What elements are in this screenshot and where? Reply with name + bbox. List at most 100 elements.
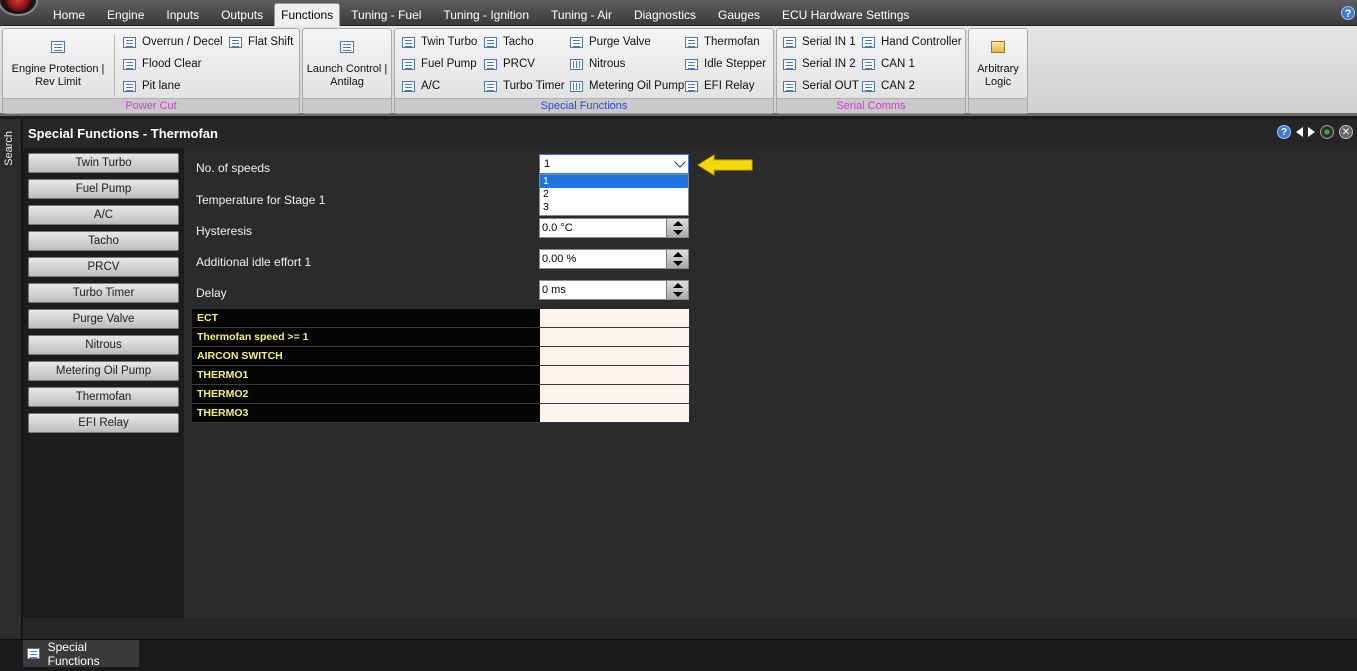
search-panel-toggle[interactable]: Search bbox=[0, 119, 22, 639]
side-button-turbo-timer[interactable]: Turbo Timer bbox=[28, 283, 179, 303]
side-button-purge-valve[interactable]: Purge Valve bbox=[28, 309, 179, 329]
idle-effort-label: Additional idle effort 1 bbox=[196, 255, 312, 269]
ribbon-serial-in-2[interactable]: Serial IN 2 bbox=[783, 55, 856, 73]
serial-in-1-label: Serial IN 1 bbox=[802, 36, 856, 48]
forward-arrow-icon[interactable] bbox=[1308, 127, 1315, 137]
row-value-cell[interactable] bbox=[540, 404, 689, 422]
ribbon-turbo-timer[interactable]: Turbo Timer bbox=[484, 77, 565, 95]
tab-outputs[interactable]: Outputs bbox=[210, 3, 274, 26]
speeds-dropdown: 1 2 3 bbox=[539, 174, 689, 216]
tab-ecu-hardware-settings[interactable]: ECU Hardware Settings bbox=[771, 3, 920, 26]
flat-shift-label: Flat Shift bbox=[248, 36, 294, 48]
group-label-serial-comms: Serial Comms bbox=[777, 98, 965, 113]
side-button-tacho[interactable]: Tacho bbox=[28, 231, 179, 251]
spin-stepper[interactable] bbox=[666, 281, 688, 299]
ribbon-can-1[interactable]: CAN 1 bbox=[862, 55, 915, 73]
twin-turbo-label: Twin Turbo bbox=[421, 36, 478, 48]
menu-bar: Home Engine Inputs Outputs Functions Tun… bbox=[0, 0, 1357, 26]
side-button-ac[interactable]: A/C bbox=[28, 205, 179, 225]
group-power-cut: Engine Protection | Rev Limit Overrun / … bbox=[2, 28, 300, 114]
list-icon bbox=[123, 80, 136, 92]
close-icon[interactable]: ✕ bbox=[1339, 125, 1353, 139]
app-logo[interactable] bbox=[0, 0, 38, 16]
help-icon[interactable]: ? bbox=[1341, 6, 1355, 20]
tab-engine[interactable]: Engine bbox=[96, 3, 155, 26]
ribbon-purge-valve[interactable]: Purge Valve bbox=[570, 33, 651, 51]
fuel-pump-label: Fuel Pump bbox=[421, 58, 477, 70]
list-icon bbox=[123, 36, 136, 48]
help-icon[interactable]: ? bbox=[1277, 125, 1291, 139]
ribbon-tacho[interactable]: Tacho bbox=[484, 33, 534, 51]
ribbon-prcv[interactable]: PRCV bbox=[484, 55, 535, 73]
launch-control-button[interactable]: Launch Control | Antilag bbox=[305, 33, 389, 89]
bottom-bar: Special Functions bbox=[0, 640, 1357, 671]
side-button-thermofan[interactable]: Thermofan bbox=[28, 387, 179, 407]
dropdown-option[interactable]: 2 bbox=[540, 188, 688, 201]
hysteresis-value: 0.0 °C bbox=[542, 222, 573, 234]
back-arrow-icon[interactable] bbox=[1296, 127, 1303, 137]
bottom-tab-special-functions[interactable]: Special Functions bbox=[23, 640, 139, 668]
speeds-select[interactable]: 1 bbox=[539, 154, 689, 174]
chevron-down-icon bbox=[674, 156, 686, 168]
side-button-prcv[interactable]: PRCV bbox=[28, 257, 179, 277]
ribbon-ac[interactable]: A/C bbox=[402, 77, 440, 95]
logic-icon bbox=[991, 41, 1005, 53]
side-button-efi-relay[interactable]: EFI Relay bbox=[28, 413, 179, 433]
flood-clear-button[interactable]: Flood Clear bbox=[123, 55, 201, 73]
group-label-launch bbox=[303, 98, 391, 113]
pit-lane-label: Pit lane bbox=[142, 80, 181, 92]
delay-input[interactable]: 0 ms bbox=[539, 280, 689, 300]
ribbon-hand-controller[interactable]: Hand Controller bbox=[862, 33, 962, 51]
row-value-cell[interactable] bbox=[540, 309, 689, 327]
engine-protection-label: Engine Protection | Rev Limit bbox=[11, 63, 105, 88]
engine-protection-button[interactable]: Engine Protection | Rev Limit bbox=[5, 33, 111, 89]
idle-effort-input[interactable]: 0.00 % bbox=[539, 249, 689, 269]
ribbon-can-2[interactable]: CAN 2 bbox=[862, 77, 915, 95]
side-button-nitrous[interactable]: Nitrous bbox=[28, 335, 179, 355]
ribbon-idle-stepper[interactable]: Idle Stepper bbox=[685, 55, 766, 73]
side-button-twin-turbo[interactable]: Twin Turbo bbox=[28, 153, 179, 173]
side-button-metering-oil-pump[interactable]: Metering Oil Pump bbox=[28, 361, 179, 381]
pit-lane-button[interactable]: Pit lane bbox=[123, 77, 180, 95]
ribbon-fuel-pump[interactable]: Fuel Pump bbox=[402, 55, 477, 73]
ribbon-serial-out[interactable]: Serial OUT bbox=[783, 77, 859, 95]
overrun-decel-button[interactable]: Overrun / Decel bbox=[123, 33, 223, 51]
list-icon bbox=[685, 58, 698, 70]
row-value-cell[interactable] bbox=[540, 328, 689, 346]
hysteresis-input[interactable]: 0.0 °C bbox=[539, 218, 689, 238]
can-1-label: CAN 1 bbox=[881, 58, 915, 70]
spin-stepper[interactable] bbox=[666, 219, 688, 237]
tab-tuning-air[interactable]: Tuning - Air bbox=[540, 3, 623, 26]
list-icon bbox=[783, 36, 796, 48]
group-label-arbitrary bbox=[969, 98, 1027, 113]
list-icon bbox=[685, 80, 698, 92]
tab-tuning-ignition[interactable]: Tuning - Ignition bbox=[432, 3, 540, 26]
ribbon-efi-relay[interactable]: EFI Relay bbox=[685, 77, 755, 95]
tab-inputs[interactable]: Inputs bbox=[155, 3, 210, 26]
ribbon-thermofan[interactable]: Thermofan bbox=[685, 33, 760, 51]
tab-functions[interactable]: Functions bbox=[274, 3, 341, 26]
row-value-cell[interactable] bbox=[540, 366, 689, 384]
ribbon-serial-in-1[interactable]: Serial IN 1 bbox=[783, 33, 856, 51]
tab-home[interactable]: Home bbox=[42, 3, 96, 26]
arbitrary-logic-button[interactable]: Arbitrary Logic bbox=[971, 33, 1025, 89]
tab-tuning-fuel[interactable]: Tuning - Fuel bbox=[340, 3, 432, 26]
tab-diagnostics[interactable]: Diagnostics bbox=[623, 3, 707, 26]
side-button-fuel-pump[interactable]: Fuel Pump bbox=[28, 179, 179, 199]
dropdown-option[interactable]: 1 bbox=[540, 175, 688, 188]
turbo-timer-label: Turbo Timer bbox=[503, 80, 565, 92]
ribbon-metering-oil-pump[interactable]: Metering Oil Pump bbox=[570, 77, 684, 95]
ribbon-twin-turbo[interactable]: Twin Turbo bbox=[402, 33, 477, 51]
arrow-left-icon bbox=[697, 154, 753, 176]
spin-stepper[interactable] bbox=[666, 250, 688, 268]
group-special-functions: Twin Turbo Tacho Purge Valve Thermofan F… bbox=[394, 28, 774, 114]
row-value-cell[interactable] bbox=[540, 385, 689, 403]
gauge-icon[interactable] bbox=[1320, 125, 1334, 139]
table-row: THERMO1 bbox=[192, 366, 689, 385]
row-value-cell[interactable] bbox=[540, 347, 689, 365]
flat-shift-button[interactable]: Flat Shift bbox=[229, 33, 293, 51]
tab-gauges[interactable]: Gauges bbox=[707, 3, 771, 26]
ribbon-nitrous[interactable]: Nitrous bbox=[570, 55, 625, 73]
list-icon bbox=[484, 58, 497, 70]
dropdown-option[interactable]: 3 bbox=[540, 201, 688, 214]
